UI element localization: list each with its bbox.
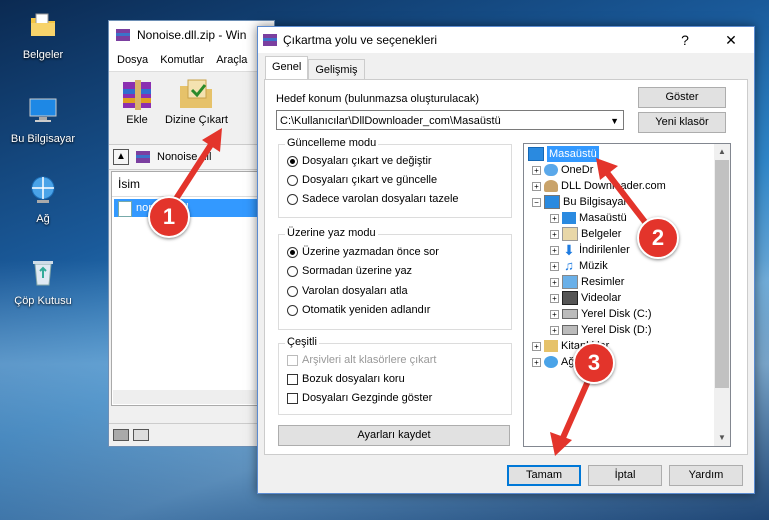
step-badge-1: 1 <box>148 196 190 238</box>
step-badge-2: 2 <box>637 217 679 259</box>
annotation-arrows <box>169 128 658 456</box>
arrow-1 <box>169 137 217 208</box>
step-badge-3: 3 <box>573 342 615 384</box>
